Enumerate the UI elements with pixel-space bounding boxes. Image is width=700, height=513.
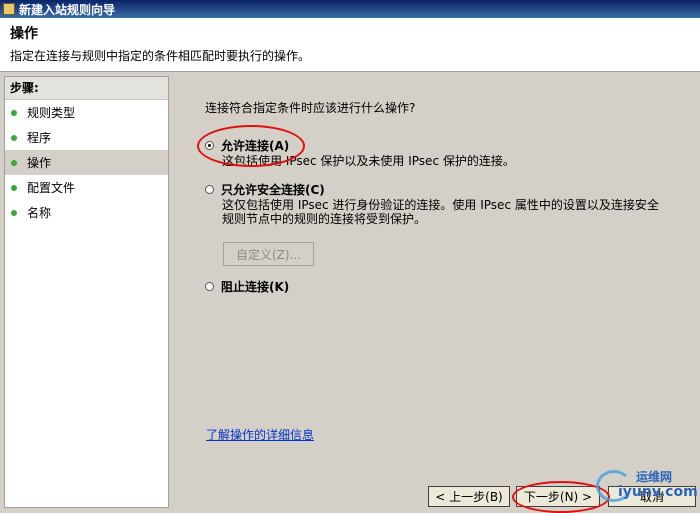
secure-label[interactable]: 只允许安全连接(C) [221, 181, 325, 198]
secure-radio[interactable] [205, 185, 214, 194]
step-program[interactable]: 程序 [5, 125, 168, 150]
step-profile[interactable]: 配置文件 [5, 175, 168, 200]
allow-radio[interactable] [205, 141, 214, 150]
step-label: 操作 [27, 156, 52, 170]
page-description: 指定在连接与规则中指定的条件相匹配时要执行的操作。 [10, 49, 311, 63]
wizard-icon [3, 3, 15, 15]
title-bar: 新建入站规则向导 [0, 0, 700, 18]
steps-heading: 步骤: [5, 77, 168, 100]
step-rule-type[interactable]: 规则类型 [5, 100, 168, 125]
step-action[interactable]: 操作 [5, 150, 168, 175]
allow-connection-option[interactable]: 允许连接(A) [205, 137, 289, 154]
step-bullet-icon [11, 109, 17, 116]
step-label: 配置文件 [27, 181, 76, 195]
step-bullet-icon [11, 209, 17, 216]
secure-connection-option[interactable]: 只允许安全连接(C) [205, 181, 325, 198]
block-label[interactable]: 阻止连接(K) [221, 278, 289, 295]
step-bullet-icon [11, 184, 17, 191]
step-bullet-icon [11, 134, 17, 141]
action-question: 连接符合指定条件时应该进行什么操作? [205, 101, 416, 115]
cancel-button[interactable]: 取消 [608, 486, 696, 507]
allow-label[interactable]: 允许连接(A) [221, 137, 289, 154]
main-content: 连接符合指定条件时应该进行什么操作? 允许连接(A) 这包括使用 IPsec 保… [170, 76, 700, 511]
steps-panel: 步骤: 规则类型 程序 操作 配置文件 名称 [4, 76, 169, 508]
step-bullet-icon [11, 159, 17, 166]
page-header: 操作 指定在连接与规则中指定的条件相匹配时要执行的操作。 [0, 18, 700, 72]
block-connection-option[interactable]: 阻止连接(K) [205, 278, 289, 295]
secure-description: 这仅包括使用 IPsec 进行身份验证的连接。使用 IPsec 属性中的设置以及… [222, 198, 659, 226]
page-title: 操作 [10, 26, 38, 42]
customize-button: 自定义(Z)... [223, 242, 314, 266]
step-label: 规则类型 [27, 106, 76, 120]
back-button[interactable]: < 上一步(B) [428, 486, 510, 507]
window-title: 新建入站规则向导 [19, 2, 116, 17]
next-button[interactable]: 下一步(N) > [516, 486, 600, 507]
step-label: 程序 [27, 131, 52, 145]
allow-description: 这包括使用 IPsec 保护以及未使用 IPsec 保护的连接。 [222, 154, 515, 168]
learn-more-link[interactable]: 了解操作的详细信息 [206, 426, 314, 443]
step-label: 名称 [27, 206, 52, 220]
block-radio[interactable] [205, 282, 214, 291]
step-name[interactable]: 名称 [5, 200, 168, 225]
